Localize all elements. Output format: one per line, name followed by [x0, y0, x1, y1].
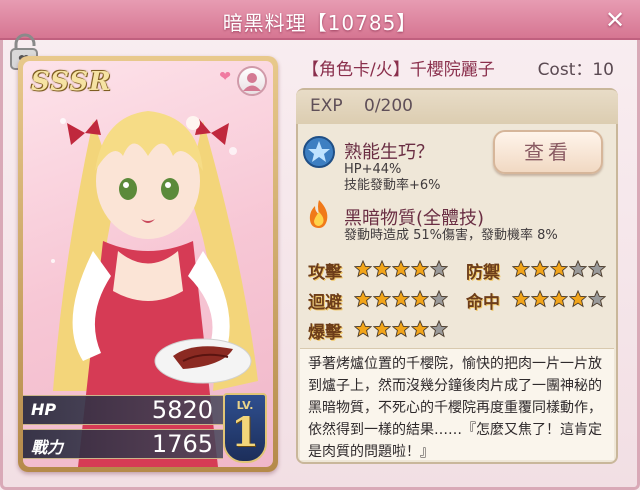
profile-button[interactable]	[237, 66, 267, 96]
star-filled-icon	[354, 320, 372, 338]
dialog-title: 暗黑料理【10785】	[222, 11, 418, 35]
star-badge-icon	[303, 136, 335, 168]
star-empty-icon	[588, 260, 606, 278]
rarity-badge: SSSR	[31, 67, 112, 97]
flavor-text: 爭著烤爐位置的千櫻院，愉快的把肉一片一片放到爐子上，然而沒幾分鐘後肉片成了一團神…	[300, 348, 614, 460]
exp-label: EXP	[310, 96, 343, 116]
star-filled-icon	[512, 290, 530, 308]
attr-label-defense: 防禦	[466, 263, 500, 283]
star-filled-icon	[354, 260, 372, 278]
skill-2-desc-1: 發動時造成 51%傷害，發動機率 8%	[344, 228, 558, 243]
star-empty-icon	[569, 260, 587, 278]
star-filled-icon	[392, 260, 410, 278]
star-filled-icon	[531, 260, 549, 278]
view-button[interactable]: 查看	[493, 130, 603, 174]
power-row: 戰力 1765	[23, 429, 223, 459]
character-name: 【角色卡/火】千櫻院麗子	[302, 60, 495, 80]
skill-1-title: 熟能生巧？	[344, 142, 434, 163]
cost-label: Cost：10	[537, 60, 614, 80]
attr-label-evasion: 迴避	[308, 293, 342, 313]
exp-value: 0/200	[364, 96, 413, 116]
attr-label-attack: 攻擊	[308, 263, 342, 283]
fire-icon	[309, 200, 328, 228]
card-inner: SSSR ❤ HP 5820 戰力 1765 LV. 1	[23, 61, 273, 467]
title-bar: 暗黑料理【10785】 ✕	[0, 0, 640, 40]
close-button[interactable]: ✕	[602, 7, 628, 33]
star-empty-icon	[588, 290, 606, 308]
star-filled-icon	[373, 290, 391, 308]
card-stat-panel: HP 5820 戰力 1765 LV. 1	[23, 389, 273, 467]
star-filled-icon	[411, 320, 429, 338]
star-filled-icon	[354, 290, 372, 308]
hp-label: HP	[31, 400, 57, 419]
power-label: 戰力	[31, 438, 64, 457]
character-card: SSSR ❤ HP 5820 戰力 1765 LV. 1	[18, 56, 278, 472]
star-filled-icon	[531, 290, 549, 308]
star-empty-icon	[430, 320, 448, 338]
exp-bar: EXP 0/200	[296, 90, 618, 124]
heart-icon: ❤	[219, 69, 231, 85]
person-icon	[243, 73, 261, 91]
star-filled-icon	[550, 260, 568, 278]
star-empty-icon	[430, 290, 448, 308]
attr-label-critical: 爆擊	[308, 323, 342, 343]
power-value: 1765	[151, 430, 213, 458]
attr-label-accuracy: 命中	[466, 293, 500, 313]
skill-2-title: 黑暗物質(全體技)	[344, 208, 485, 229]
level-value: 1	[231, 409, 259, 456]
star-filled-icon	[512, 260, 530, 278]
star-filled-icon	[550, 290, 568, 308]
skill-1-desc-2: 技能發動率+6%	[344, 178, 441, 193]
level-badge: LV. 1	[223, 393, 267, 463]
star-filled-icon	[373, 260, 391, 278]
star-filled-icon	[411, 290, 429, 308]
hp-value: 5820	[151, 396, 213, 424]
skill-1-desc-1: HP+44%	[344, 162, 402, 177]
star-filled-icon	[411, 260, 429, 278]
star-filled-icon	[392, 320, 410, 338]
star-empty-icon	[430, 260, 448, 278]
star-filled-icon	[373, 320, 391, 338]
star-filled-icon	[569, 290, 587, 308]
star-filled-icon	[392, 290, 410, 308]
hp-row: HP 5820	[23, 395, 223, 425]
